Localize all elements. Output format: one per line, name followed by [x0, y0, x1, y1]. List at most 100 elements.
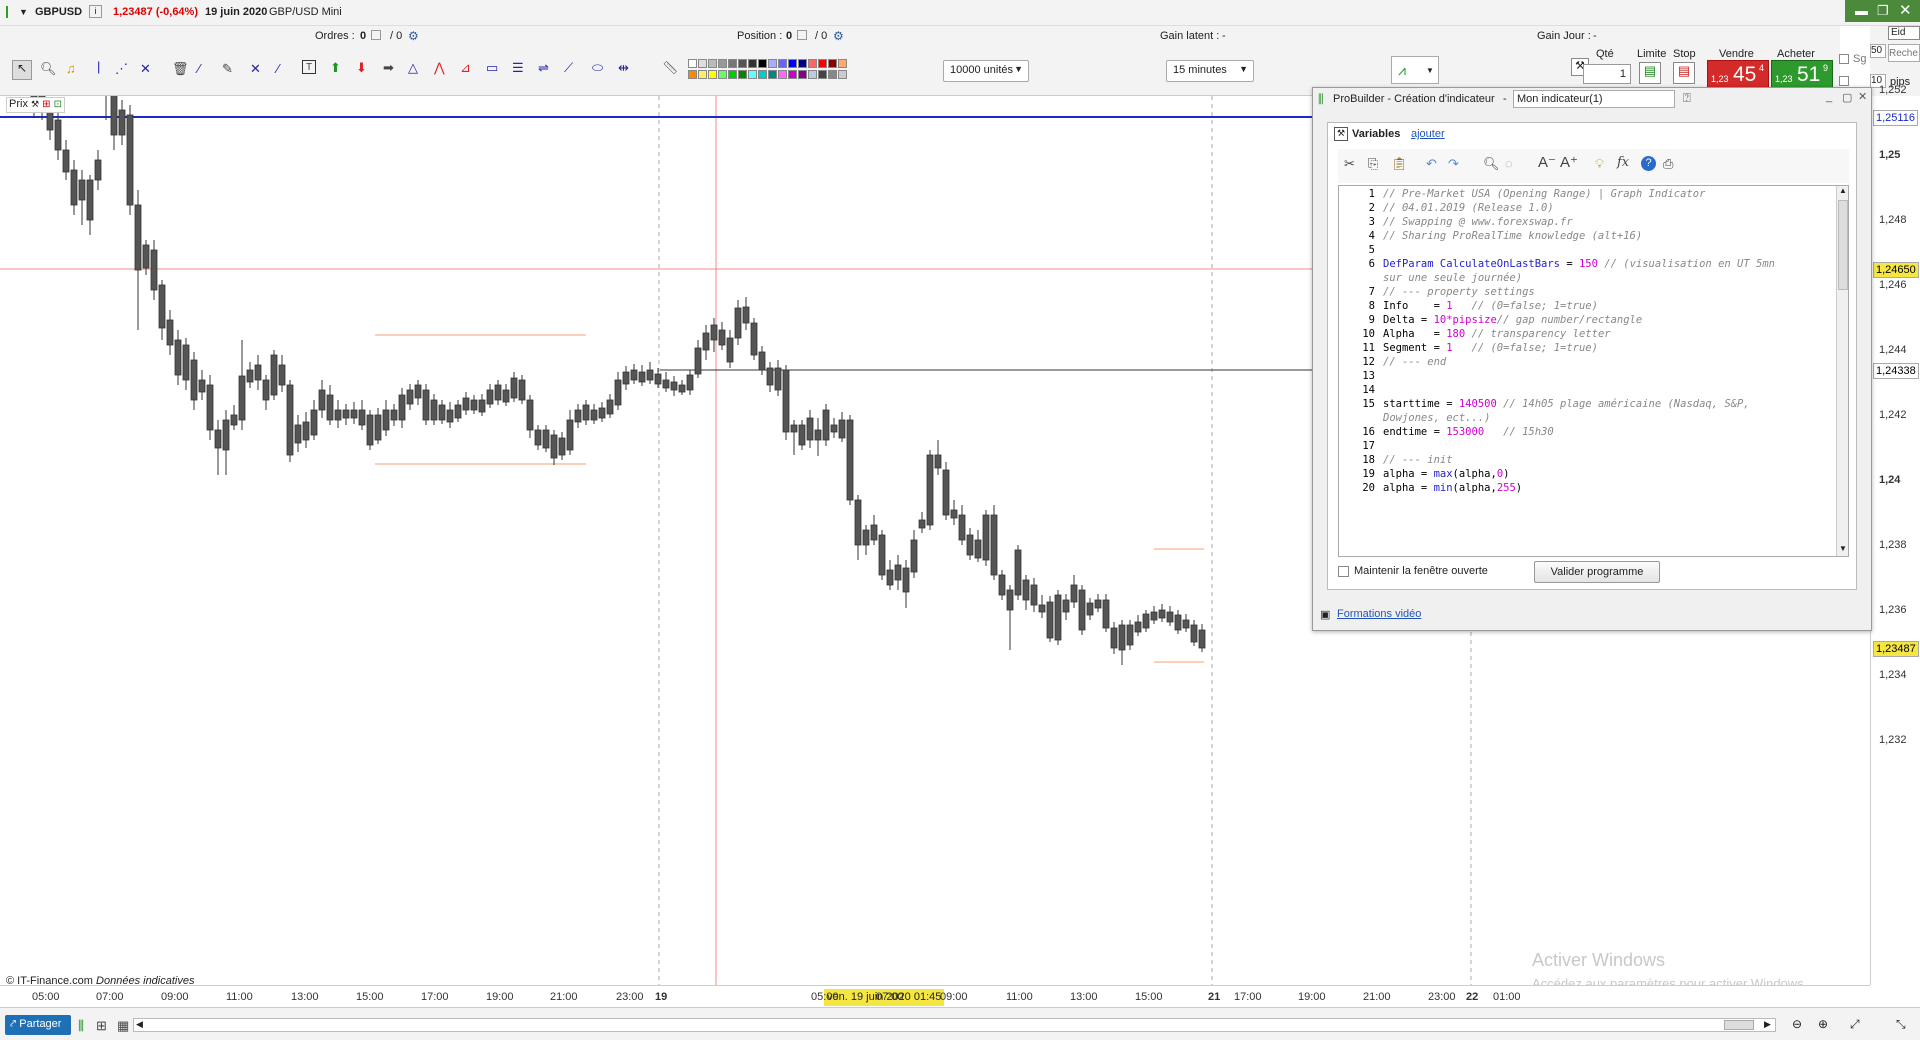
code-line-2[interactable]: // 04.01.2019 (Release 1.0) — [1383, 202, 1554, 214]
regression-icon[interactable]: ⇌ — [538, 61, 549, 75]
add-variable-link[interactable]: ajouter — [1411, 128, 1445, 140]
function-icon[interactable]: fx — [1617, 156, 1629, 170]
code-editor[interactable]: 1 2 3 4 5 6 7 8 9 10 11 12 13 14 15 16 17 18 19 20 // Pre-M… — [1338, 185, 1849, 557]
code-line-15[interactable]: starttime = 140500 // 14h05 plage améric… — [1383, 398, 1750, 410]
minimize-icon[interactable]: ▬ — [1855, 3, 1868, 18]
sg-checkbox[interactable] — [1839, 54, 1849, 64]
scroll-thumb[interactable] — [1724, 1020, 1754, 1030]
color-swatch[interactable] — [768, 70, 777, 79]
code-line-1[interactable]: // Pre-Market USA (Opening Range) | Grap… — [1383, 188, 1705, 200]
redo-icon[interactable]: ↷ — [1448, 157, 1459, 171]
vertical-line-icon[interactable]: | — [97, 60, 100, 74]
color-swatch[interactable] — [828, 70, 837, 79]
symbol-label[interactable]: GBPUSD — [35, 6, 82, 18]
cut-icon[interactable]: ✂ — [1344, 157, 1355, 171]
color-swatch[interactable] — [708, 70, 717, 79]
triangle-icon[interactable]: △ — [408, 61, 418, 75]
alert-bell-icon[interactable]: ♫ — [66, 62, 76, 76]
share-button[interactable]: ⤤ Partager — [5, 1015, 71, 1035]
close-icon[interactable]: ✕ — [1899, 1, 1912, 19]
code-line-9[interactable]: Delta = 10*pipsize// gap number/rectangl… — [1383, 314, 1642, 326]
indicator-name-input[interactable]: Mon indicateur(1) — [1513, 90, 1675, 108]
multi-line-icon[interactable]: ⋰ — [115, 62, 128, 76]
sg-value[interactable]: 50 — [1870, 44, 1886, 58]
timeframe-dropdown[interactable]: 15 minutes ▼ — [1166, 60, 1254, 82]
qty-input[interactable]: 1 — [1583, 64, 1631, 84]
grid-icon[interactable]: ▦ — [117, 1018, 129, 1034]
color-swatch[interactable] — [808, 70, 817, 79]
fan-icon[interactable]: ⊿ — [460, 61, 471, 75]
scroll-down-icon[interactable]: ▼ — [1839, 544, 1847, 553]
help-icon[interactable]: ⍰ — [1683, 90, 1691, 106]
color-swatch[interactable] — [778, 59, 787, 68]
print-icon[interactable]: ⎙ — [1663, 157, 1673, 171]
color-swatch[interactable] — [718, 59, 727, 68]
color-swatch[interactable] — [738, 59, 747, 68]
code-line-10[interactable]: Alpha = 180 // transparency letter — [1383, 328, 1611, 340]
settings-icon[interactable]: ⚙ — [408, 29, 419, 43]
eraser-icon[interactable]: ✎ — [222, 62, 233, 76]
cross-lines-icon[interactable]: ✕ — [140, 62, 151, 76]
position-box-icon[interactable] — [797, 30, 807, 40]
measure-icon[interactable]: ⇹ — [618, 61, 629, 75]
pitchfork-icon[interactable]: ⟋ — [564, 61, 573, 75]
color-swatch[interactable] — [718, 70, 727, 79]
info-icon[interactable]: i — [89, 5, 102, 18]
keep-open-checkbox[interactable] — [1338, 566, 1349, 577]
code-line-16[interactable]: endtime = 153000 // 15h30 — [1383, 426, 1554, 438]
right-tab[interactable]: Eid — [1888, 26, 1920, 40]
color-swatch[interactable] — [838, 59, 847, 68]
buy-arrow-icon[interactable]: ⬆ — [330, 61, 341, 75]
copy-icon[interactable]: ⎘ — [1368, 157, 1378, 171]
color-swatch[interactable] — [838, 70, 847, 79]
minimize-icon[interactable]: _ — [1826, 91, 1832, 103]
scroll-thumb[interactable] — [1838, 200, 1848, 290]
scroll-up-icon[interactable]: ▲ — [1839, 186, 1847, 195]
expand-icon[interactable]: ⊡ — [54, 99, 62, 110]
buy-button[interactable]: 1,23 51 9 — [1771, 60, 1833, 88]
color-swatch[interactable] — [708, 59, 717, 68]
color-swatch[interactable] — [818, 59, 827, 68]
color-swatch[interactable] — [728, 59, 737, 68]
code-line-11[interactable]: Segment = 1 // (0=false; 1=true) — [1383, 342, 1598, 354]
zoom-icon[interactable]: 🔍︎ — [40, 62, 57, 76]
color-swatch[interactable] — [778, 70, 787, 79]
search-input[interactable] — [1888, 44, 1920, 62]
ruler-icon[interactable]: 📏︎ — [662, 61, 679, 75]
color-palette[interactable] — [688, 59, 847, 83]
restore-icon[interactable]: ❐ — [1877, 3, 1889, 19]
code-line-7[interactable]: // --- property settings — [1383, 286, 1535, 298]
code-line-18[interactable]: // --- init — [1383, 454, 1453, 466]
color-swatch[interactable] — [688, 59, 697, 68]
vertical-scrollbar[interactable]: ▲ ▼ — [1836, 186, 1848, 556]
cursor-icon[interactable]: ↖ — [12, 60, 32, 80]
ray-icon[interactable]: ⁄ — [277, 62, 279, 76]
code-line-20[interactable]: alpha = min(alpha,255) — [1383, 482, 1522, 494]
text-tool-icon[interactable]: T — [302, 60, 316, 74]
maximize-icon[interactable]: ▢ — [1842, 91, 1852, 104]
scroll-left-icon[interactable]: ◀ — [136, 1019, 143, 1030]
units-dropdown[interactable]: 10000 unités ▼ — [943, 60, 1029, 82]
validate-button[interactable]: Valider programme — [1534, 561, 1660, 583]
color-swatch[interactable] — [828, 59, 837, 68]
color-swatch[interactable] — [738, 70, 747, 79]
font-increase-icon[interactable]: A⁺ — [1560, 155, 1578, 170]
color-swatch[interactable] — [758, 70, 767, 79]
settings-icon[interactable]: ⚙ — [833, 29, 844, 43]
code-line-8[interactable]: Info = 1 // (0=false; 1=true) — [1383, 300, 1598, 312]
ellipse-icon[interactable]: ⬭ — [592, 61, 603, 75]
color-swatch[interactable] — [818, 70, 827, 79]
stop-order-icon[interactable]: ▤ — [1673, 62, 1695, 84]
code-line-19[interactable]: alpha = max(alpha,0) — [1383, 468, 1509, 480]
channel-icon[interactable]: ☰ — [512, 61, 524, 75]
right-arrow-icon[interactable]: ➡ — [383, 61, 394, 75]
sell-arrow-icon[interactable]: ⬇ — [356, 61, 367, 75]
trash-icon[interactable]: 🗑︎ — [172, 62, 189, 76]
paste-icon[interactable]: 📋︎ — [1391, 157, 1408, 171]
time-axis[interactable]: ven. 19 juin 2020 01:45 05:00 07:00 09:00 1… — [0, 985, 1870, 1007]
color-swatch[interactable] — [748, 59, 757, 68]
search-icon[interactable]: 🔍︎ — [1483, 157, 1500, 171]
color-swatch[interactable] — [798, 59, 807, 68]
horizontal-scrollbar[interactable]: ◀ ▶ — [133, 1018, 1776, 1032]
orders-box-icon[interactable] — [371, 30, 381, 40]
